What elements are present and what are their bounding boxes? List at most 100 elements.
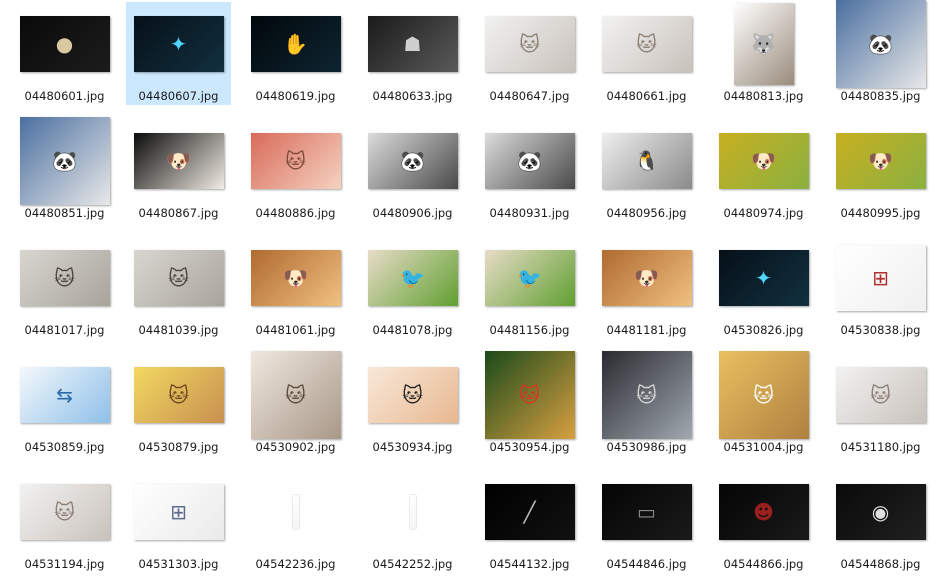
- file-name-label: 04542252.jpg: [372, 557, 453, 571]
- file-name-label: 04480661.jpg: [606, 89, 687, 103]
- file-name-label: 04480851.jpg: [24, 206, 105, 220]
- file-item[interactable]: 🐱 04481039.jpg: [126, 236, 231, 339]
- thumbnail-frame: 🐦: [360, 236, 465, 320]
- dark-egg-logo-thumbnail: ●: [19, 16, 110, 72]
- kitten-white-thumbnail: 🐱: [601, 16, 692, 72]
- panda-plush-icon: 🐼: [868, 32, 893, 56]
- file-item[interactable]: 🐼 04480851.jpg: [12, 117, 117, 222]
- file-item[interactable]: 🐶 04480867.jpg: [126, 119, 231, 222]
- flowchart-thumbnail: ⊞: [133, 484, 224, 540]
- dog-glasses-thumbnail: 🐶: [133, 133, 224, 189]
- kittens-flowers-icon: 🐱: [519, 383, 540, 407]
- file-name-label: 04531004.jpg: [723, 440, 804, 454]
- file-item[interactable]: 🐶 04481181.jpg: [594, 236, 699, 339]
- kittens-cups-icon: 🐱: [753, 383, 774, 407]
- file-name-label: 04530902.jpg: [255, 440, 336, 454]
- thumbnail-frame: 🐱: [126, 236, 231, 320]
- thumbnail-frame: 🐱: [126, 353, 231, 437]
- file-grid: ● 04480601.jpg ✦ 04480607.jpg ✋ 04480619.jpg ☗…: [0, 0, 950, 577]
- file-item[interactable]: 🐺 04480813.jpg: [711, 2, 816, 105]
- file-item[interactable]: 🐱 04531194.jpg: [12, 470, 117, 573]
- file-item[interactable]: 🐱 04530934.jpg: [360, 353, 465, 456]
- kitten-blanket-icon: 🐱: [285, 149, 306, 173]
- file-item[interactable]: ⊞ 04531303.jpg: [126, 470, 231, 573]
- panda-plush-icon: 🐼: [52, 149, 77, 173]
- thumbnail-frame: 🐱: [711, 351, 816, 439]
- file-item[interactable]: 🐱 04480647.jpg: [477, 2, 582, 105]
- file-name-label: 04481181.jpg: [606, 323, 687, 337]
- thumbnail-frame: 🐶: [243, 236, 348, 320]
- thumbnail-frame: ▭: [594, 470, 699, 554]
- thumbnail-frame: 🐱: [477, 2, 582, 86]
- file-item[interactable]: 🐦 04481078.jpg: [360, 236, 465, 339]
- file-item[interactable]: 🐶 04481061.jpg: [243, 236, 348, 339]
- file-item[interactable]: ✦ 04530826.jpg: [711, 236, 816, 339]
- file-item[interactable]: 🐱 04531004.jpg: [711, 351, 816, 456]
- file-name-label: 04480607.jpg: [138, 89, 219, 103]
- file-item[interactable]: 🐱 04530986.jpg: [594, 351, 699, 456]
- thumbnail-frame: 🐦: [477, 236, 582, 320]
- penguin-chicks-icon: 🐧: [634, 149, 659, 173]
- file-name-label: 04481017.jpg: [24, 323, 105, 337]
- lovebirds-thumbnail: 🐦: [367, 250, 458, 306]
- thumbnail-frame: [243, 470, 348, 554]
- file-item[interactable]: 🐱 04530879.jpg: [126, 353, 231, 456]
- thumbnail-frame: ◉: [828, 470, 933, 554]
- blank-slim-thumbnail: [292, 495, 299, 529]
- file-item[interactable]: ⊞ 04530838.jpg: [828, 236, 933, 339]
- neon-handprint-thumbnail: ✋: [250, 16, 341, 72]
- file-name-label: 04480906.jpg: [372, 206, 453, 220]
- thumbnail-frame: 🐧: [594, 119, 699, 203]
- thumbnail-frame: 🐱: [12, 236, 117, 320]
- file-item[interactable]: ● 04480601.jpg: [12, 2, 117, 105]
- file-item[interactable]: 🐱 04480886.jpg: [243, 119, 348, 222]
- file-item[interactable]: ✋ 04480619.jpg: [243, 2, 348, 105]
- file-item[interactable]: 04542236.jpg: [243, 470, 348, 573]
- file-item[interactable]: 🐱 04531180.jpg: [828, 353, 933, 456]
- baby-panda-thumbnail: 🐼: [484, 133, 575, 189]
- file-item[interactable]: 🐧 04480956.jpg: [594, 119, 699, 222]
- file-item[interactable]: ▭ 04544846.jpg: [594, 470, 699, 573]
- dark-blue-glow-thumbnail: ✦: [718, 250, 809, 306]
- file-name-label: 04544132.jpg: [489, 557, 570, 571]
- smiling-kitten-icon: 🐱: [168, 383, 189, 407]
- file-item[interactable]: 🐶 04480974.jpg: [711, 119, 816, 222]
- file-item[interactable]: ☗ 04480633.jpg: [360, 2, 465, 105]
- file-name-label: 04530986.jpg: [606, 440, 687, 454]
- kittens-cups-thumbnail: 🐱: [718, 351, 809, 439]
- kitten-text-icon: 🐱: [168, 266, 189, 290]
- file-item[interactable]: ◉ 04544868.jpg: [828, 470, 933, 573]
- puppies-field-icon: 🐶: [751, 149, 776, 173]
- file-item[interactable]: 🐱 04530902.jpg: [243, 351, 348, 456]
- file-item[interactable]: 🐼 04480835.jpg: [828, 0, 933, 105]
- file-item[interactable]: 🐦 04481156.jpg: [477, 236, 582, 339]
- file-item[interactable]: 🐼 04480931.jpg: [477, 119, 582, 222]
- file-name-label: 04480931.jpg: [489, 206, 570, 220]
- dark-figure-thumbnail: ☗: [367, 16, 458, 72]
- file-item[interactable]: 🐱 04481017.jpg: [12, 236, 117, 339]
- file-item[interactable]: 🐶 04480995.jpg: [828, 119, 933, 222]
- kitten-white-icon: 🐱: [54, 500, 75, 524]
- file-item[interactable]: 🐱 04530954.jpg: [477, 351, 582, 456]
- file-name-label: 04531303.jpg: [138, 557, 219, 571]
- slide-diagram-thumbnail: ⊞: [835, 245, 926, 311]
- file-name-label: 04480813.jpg: [723, 89, 804, 103]
- neon-handprint-icon: ✋: [283, 32, 308, 56]
- lovebirds-icon: 🐦: [400, 266, 425, 290]
- kitten-text-icon: 🐱: [54, 266, 75, 290]
- thumbnail-frame: 🐶: [711, 119, 816, 203]
- file-item[interactable]: 04542252.jpg: [360, 470, 465, 573]
- lovebirds-thumbnail: 🐦: [484, 250, 575, 306]
- file-item[interactable]: 🐼 04480906.jpg: [360, 119, 465, 222]
- file-item[interactable]: ✦ 04480607.jpg: [126, 2, 231, 105]
- file-item[interactable]: 🐱 04480661.jpg: [594, 2, 699, 105]
- thumbnail-frame: ✋: [243, 2, 348, 86]
- file-item[interactable]: ☻ 04544866.jpg: [711, 470, 816, 573]
- lovebirds-icon: 🐦: [517, 266, 542, 290]
- file-name-label: 04480647.jpg: [489, 89, 570, 103]
- file-item[interactable]: ╱ 04544132.jpg: [477, 470, 582, 573]
- puppies-field-thumbnail: 🐶: [718, 133, 809, 189]
- file-item[interactable]: ⇆ 04530859.jpg: [12, 353, 117, 456]
- file-name-label: 04530934.jpg: [372, 440, 453, 454]
- file-name-label: 04530838.jpg: [840, 323, 921, 337]
